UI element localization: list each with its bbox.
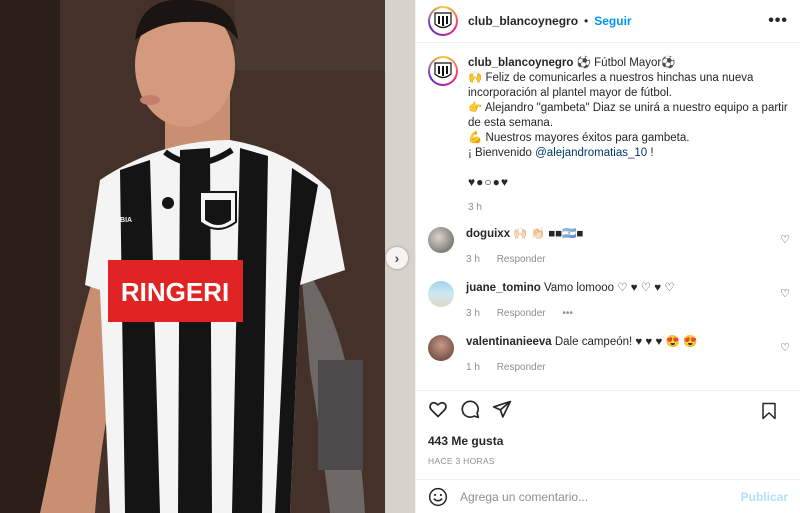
comment-time[interactable]: 3 h — [466, 308, 480, 319]
player-photo: RINGERI ACBIA — [0, 0, 415, 513]
comment-item: juane_tomino Vamo lomooo ♡ ♥ ♡ ♥ ♡ 3 h R… — [416, 281, 800, 321]
post-caption: club_blancoynegro ⚽ Fútbol Mayor⚽ 🙌 Feli… — [416, 44, 800, 215]
post-timestamp[interactable]: HACE 3 HORAS — [428, 456, 495, 466]
caption-line-0: ⚽ Fútbol Mayor⚽ — [576, 57, 676, 69]
comments-list[interactable]: club_blancoynegro ⚽ Fútbol Mayor⚽ 🙌 Feli… — [416, 44, 800, 390]
like-comment-icon[interactable]: ♡ — [780, 233, 790, 246]
club-avatar[interactable] — [428, 6, 458, 36]
comment-username[interactable]: doguixx — [466, 228, 510, 240]
commenter-avatar[interactable] — [428, 335, 454, 361]
post-header: club_blancoynegro • Seguir ••• — [416, 0, 800, 43]
post-photo[interactable]: RINGERI ACBIA › — [0, 0, 415, 513]
add-comment-bar: Publicar — [416, 479, 800, 513]
like-comment-icon[interactable]: ♡ — [780, 341, 790, 354]
caption-time[interactable]: 3 h — [468, 200, 788, 215]
comment-username[interactable]: valentinanieeva — [466, 336, 552, 348]
commenter-avatar[interactable] — [428, 227, 454, 253]
caption-line-1: 🙌 Feliz de comunicarles a nuestros hinch… — [468, 72, 754, 99]
caption-mention-suffix: ! — [647, 147, 654, 159]
share-icon[interactable] — [492, 399, 512, 419]
comment-time[interactable]: 3 h — [466, 254, 480, 265]
publish-button[interactable]: Publicar — [741, 490, 788, 504]
header-username[interactable]: club_blancoynegro — [468, 14, 578, 28]
follow-button[interactable]: Seguir — [594, 14, 631, 28]
heart-icon[interactable] — [428, 399, 448, 419]
comment-text: Vamo lomooo ♡ ♥ ♡ ♥ ♡ — [543, 282, 675, 294]
likes-count[interactable]: 443 Me gusta — [428, 434, 503, 448]
caption-line-4: ¡ Bienvenido — [468, 147, 536, 159]
comment-input[interactable] — [458, 488, 741, 505]
more-options-button[interactable]: ••• — [768, 12, 788, 30]
caption-mention[interactable]: @alejandromatias_10 — [535, 147, 647, 159]
header-separator: • — [584, 14, 589, 28]
caption-line-2: 👉 Alejandro "gambeta" Diaz se unirá a nu… — [468, 102, 788, 129]
commenter-avatar[interactable] — [428, 281, 454, 307]
caption-username[interactable]: club_blancoynegro — [468, 57, 573, 69]
bookmark-icon[interactable] — [760, 402, 778, 420]
comment-username[interactable]: juane_tomino — [466, 282, 541, 294]
caption-avatar[interactable] — [428, 56, 458, 86]
club-crest-icon — [430, 8, 456, 34]
caption-hearts: ♥●○●♥ — [468, 175, 509, 189]
comment-options-button[interactable]: ••• — [562, 308, 573, 319]
brand-text: ACBIA — [110, 217, 132, 224]
caption-line-3: 💪 Nuestros mayores éxitos para gambeta. — [468, 132, 690, 144]
reply-button[interactable]: Responder — [497, 362, 546, 373]
comment-icon[interactable] — [460, 399, 480, 419]
sponsor-text: RINGERI — [121, 277, 229, 307]
emoji-icon[interactable] — [428, 487, 448, 507]
reply-button[interactable]: Responder — [497, 254, 546, 265]
next-image-button[interactable]: › — [386, 247, 408, 269]
like-comment-icon[interactable]: ♡ — [780, 287, 790, 300]
post-sidebar: club_blancoynegro • Seguir ••• club_blan… — [415, 0, 800, 513]
caption-text: club_blancoynegro ⚽ Fútbol Mayor⚽ 🙌 Feli… — [468, 56, 788, 215]
club-crest-icon — [430, 58, 456, 84]
reply-button[interactable]: Responder — [497, 308, 546, 319]
comment-text: Dale campeón! ♥ ♥ ♥ 😍 😍 — [554, 336, 698, 348]
comment-time[interactable]: 1 h — [466, 362, 480, 373]
comment-text: 🙌🏻 👏🏻 ■■🇦🇷■ — [513, 228, 584, 240]
post-actions — [416, 390, 800, 426]
comment-item: doguixx 🙌🏻 👏🏻 ■■🇦🇷■ 3 h Responder ♡ — [416, 227, 800, 267]
comment-item: valentinanieeva Dale campeón! ♥ ♥ ♥ 😍 😍 … — [416, 335, 800, 375]
